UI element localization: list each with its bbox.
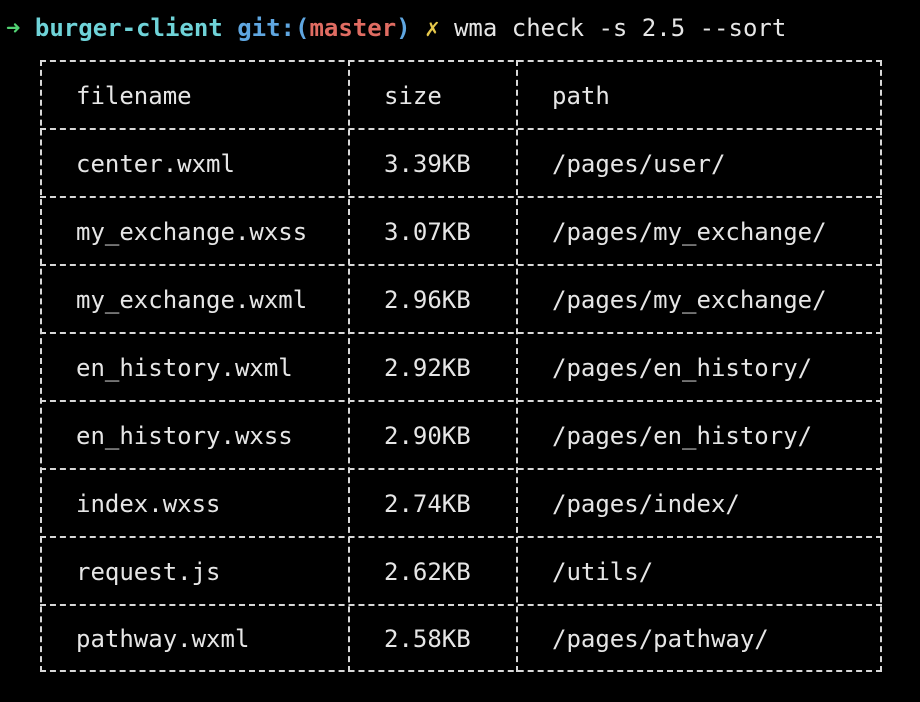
cell-path: /pages/en_history/ [552, 422, 813, 450]
cell-path: /pages/my_exchange/ [552, 218, 827, 246]
cell-filename: my_exchange.wxss [76, 218, 308, 246]
cell-size: 2.92KB [384, 354, 471, 382]
cell-filename: en_history.wxss [76, 422, 293, 450]
cell-path: /utils/ [552, 558, 654, 586]
git-branch: master [309, 14, 397, 42]
results-table: filename size path center.wxml 3.39KB /p… [40, 60, 882, 672]
git-prefix: git:( [237, 14, 310, 42]
cell-filename: my_exchange.wxml [76, 286, 308, 314]
table-row: my_exchange.wxss 3.07KB /pages/my_exchan… [40, 198, 882, 266]
table-row: index.wxss 2.74KB /pages/index/ [40, 470, 882, 538]
cell-filename: en_history.wxml [76, 354, 293, 382]
column-header-size: size [384, 82, 442, 110]
cell-path: /pages/en_history/ [552, 354, 813, 382]
cell-size: 2.90KB [384, 422, 471, 450]
table-row: center.wxml 3.39KB /pages/user/ [40, 130, 882, 198]
prompt-arrow-icon: ➜ [6, 14, 21, 42]
cell-filename: index.wxss [76, 490, 221, 518]
cell-size: 2.74KB [384, 490, 471, 518]
git-suffix: ) [396, 14, 411, 42]
table-row: request.js 2.62KB /utils/ [40, 538, 882, 606]
cell-size: 2.62KB [384, 558, 471, 586]
prompt-line: ➜ burger-client git:(master) ✗ wma check… [6, 8, 786, 48]
cell-filename: request.js [76, 558, 221, 586]
column-header-path: path [552, 82, 610, 110]
cell-path: /pages/my_exchange/ [552, 286, 827, 314]
current-directory: burger-client [34, 14, 223, 42]
table-row: en_history.wxml 2.92KB /pages/en_history… [40, 334, 882, 402]
cell-path: /pages/pathway/ [552, 625, 769, 653]
table-row: my_exchange.wxml 2.96KB /pages/my_exchan… [40, 266, 882, 334]
table-row: en_history.wxss 2.90KB /pages/en_history… [40, 402, 882, 470]
table-header-row: filename size path [40, 62, 882, 130]
cell-size: 2.96KB [384, 286, 471, 314]
command-text[interactable]: wma check -s 2.5 --sort [454, 14, 786, 42]
cell-filename: pathway.wxml [76, 625, 250, 653]
table-row: pathway.wxml 2.58KB /pages/pathway/ [40, 605, 882, 673]
cell-path: /pages/user/ [552, 150, 726, 178]
column-header-filename: filename [76, 82, 192, 110]
cell-filename: center.wxml [76, 150, 235, 178]
cell-size: 2.58KB [384, 625, 471, 653]
cell-size: 3.07KB [384, 218, 471, 246]
dirty-mark-icon: ✗ [425, 14, 440, 42]
cell-size: 3.39KB [384, 150, 471, 178]
cell-path: /pages/index/ [552, 490, 740, 518]
